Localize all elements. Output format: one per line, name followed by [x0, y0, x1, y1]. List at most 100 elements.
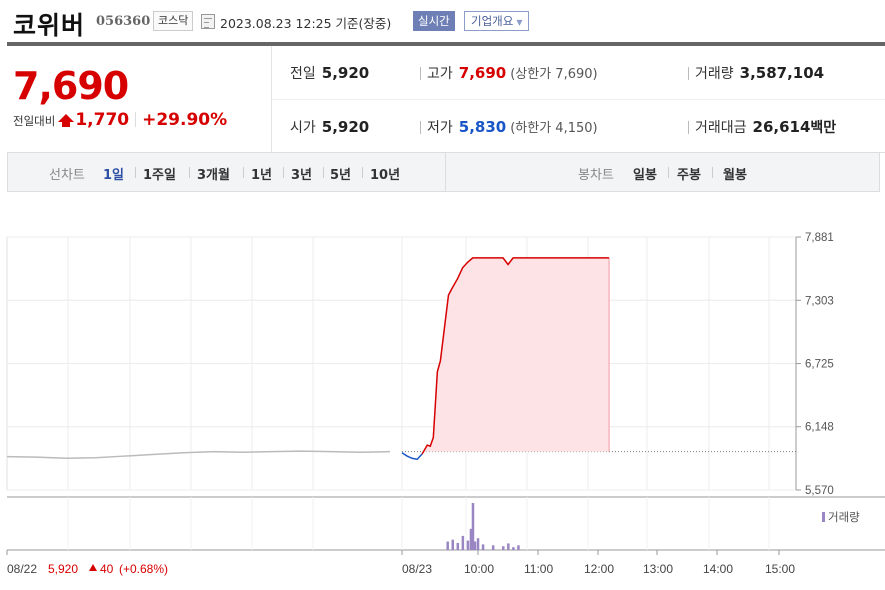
stat-label: 저가 [427, 120, 453, 136]
tab-1day[interactable]: 1일 [103, 164, 124, 183]
stat-label: 거래대금 [695, 120, 747, 136]
stat-trade-value: 거래대금 26,614백만 [695, 117, 836, 137]
tab-1year[interactable]: 1년 [251, 164, 272, 183]
stats-row-divider [272, 99, 885, 100]
x-tick-label: 15:00 [765, 562, 795, 576]
stat-value: 7,690 [458, 64, 507, 82]
stat-prev-close: 전일 5,920 [290, 63, 369, 83]
prev-day-price: 5,920 [48, 562, 78, 576]
stat-value: 3,587,104 [739, 64, 825, 82]
volume-bar [461, 535, 465, 550]
tab-separator [135, 167, 136, 178]
x-tick-label: 14:00 [703, 562, 733, 576]
stat-value: 26,614 [752, 118, 811, 136]
stat-open: 시가 5,920 [290, 117, 369, 137]
datetime-text: 2023.08.23 12:25 기준(장중) [220, 16, 392, 31]
upper-limit: (상한가 7,690) [510, 67, 598, 82]
current-price: 7,690 [13, 64, 129, 108]
tab-10year[interactable]: 10년 [370, 164, 400, 183]
volume-bar [466, 540, 470, 550]
market-badge: 코스닥 [153, 11, 194, 31]
volume-bar [451, 539, 455, 550]
x-tick-label: 12:00 [584, 562, 614, 576]
tab-monthly[interactable]: 월봉 [723, 164, 747, 183]
stat-volume: 거래량 3,587,104 [695, 63, 824, 83]
candle-chart-label: 봉차트 [578, 168, 614, 183]
prev-day-change: 40 [100, 562, 114, 576]
stat-high: 고가 7,690 (상한가 7,690) [427, 63, 598, 83]
volume-bar [481, 544, 485, 550]
change-divider [135, 112, 137, 127]
tab-separator [362, 167, 363, 178]
up-arrow-icon [58, 114, 75, 127]
stat-unit: 백만 [810, 120, 837, 136]
tab-separator [189, 167, 190, 178]
tab-separator [323, 167, 324, 178]
tab-3year[interactable]: 3년 [291, 164, 312, 183]
volume-bar [507, 543, 510, 550]
stat-divider [420, 67, 421, 80]
tab-daily[interactable]: 일봉 [633, 164, 657, 183]
stock-header: 코위버 056360 코스닥 2023.08.23 12:25 기준(장중) 실… [0, 0, 885, 42]
x-tick-label: 10:00 [464, 562, 494, 576]
stat-divider [688, 121, 689, 134]
chevron-down-icon: ▼ [516, 18, 523, 27]
stat-divider [688, 67, 689, 80]
y-tick-label: 6,725 [805, 359, 834, 371]
price-change-row: 전일대비 1,770 +29.90% [13, 110, 227, 130]
calendar-icon [201, 14, 215, 29]
stat-label: 고가 [427, 66, 453, 82]
current-price-panel: 7,690 전일대비 1,770 +29.90% [7, 46, 272, 153]
volume-bar [491, 545, 495, 550]
chart-tabs: 선차트 1일 1주일 3개월 1년 3년 5년 10년 봉차트 일봉 주봉 월봉 [7, 153, 880, 192]
change-label: 전일대비 [13, 114, 56, 128]
volume-bar [456, 542, 460, 550]
prev-day-up-icon [89, 564, 97, 571]
y-tick-label: 6,148 [805, 422, 834, 434]
stat-value: 5,920 [321, 118, 370, 136]
price-line-down [401, 452, 423, 461]
x-tick-label: 08/23 [402, 562, 432, 576]
volume-bar [512, 547, 515, 550]
x-tick-label: 11:00 [524, 562, 553, 576]
stat-low: 저가 5,830 (하한가 4,150) [427, 117, 598, 137]
stat-label: 시가 [290, 120, 316, 136]
price-area-fill [422, 257, 610, 454]
tab-weekly[interactable]: 주봉 [677, 164, 701, 183]
company-info-button[interactable]: 기업개요 ▼ [464, 11, 530, 31]
volume-legend-swatch [822, 512, 825, 522]
tab-5year[interactable]: 5년 [330, 164, 351, 183]
tab-separator [712, 167, 713, 178]
volume-bar [473, 541, 477, 550]
prev-day-change-pct: (+0.68%) [119, 562, 168, 576]
company-name: 코위버 [13, 11, 86, 40]
volume-bar [476, 538, 480, 550]
stat-divider [420, 121, 421, 134]
lower-limit: (하한가 4,150) [510, 121, 598, 136]
x-tick-label: 08/22 [7, 562, 37, 576]
volume-bar [502, 546, 505, 550]
y-tick-label: 7,881 [805, 232, 834, 244]
stat-value: 5,830 [458, 118, 507, 136]
stat-value: 5,920 [321, 64, 370, 82]
stat-label: 전일 [290, 66, 316, 82]
y-tick-label: 7,303 [805, 295, 834, 307]
price-summary: 7,690 전일대비 1,770 +29.90% 전일 5,920 고가 7,690 (상… [7, 46, 885, 153]
realtime-button[interactable]: 실시간 [413, 11, 455, 31]
company-info-label: 기업개요 [471, 14, 514, 28]
volume-bar [517, 545, 520, 550]
change-percent: +29.90% [142, 110, 228, 130]
tab-separator [283, 167, 284, 178]
price-chart: 7,881 7,303 6,725 6,148 5,570 거래량 08/22 08/23 10… [6, 232, 885, 576]
tab-1week[interactable]: 1주일 [143, 164, 176, 183]
tab-3month[interactable]: 3개월 [197, 164, 230, 183]
stock-code: 056360 [96, 14, 151, 29]
change-amount: 1,770 [75, 110, 130, 130]
tab-separator [668, 167, 669, 178]
x-tick-label: 13:00 [643, 562, 673, 576]
volume-legend-label: 거래량 [828, 510, 860, 524]
volume-bar [446, 541, 449, 550]
stat-label: 거래량 [695, 66, 734, 82]
prev-day-line [6, 450, 391, 460]
line-chart-label: 선차트 [49, 168, 85, 183]
